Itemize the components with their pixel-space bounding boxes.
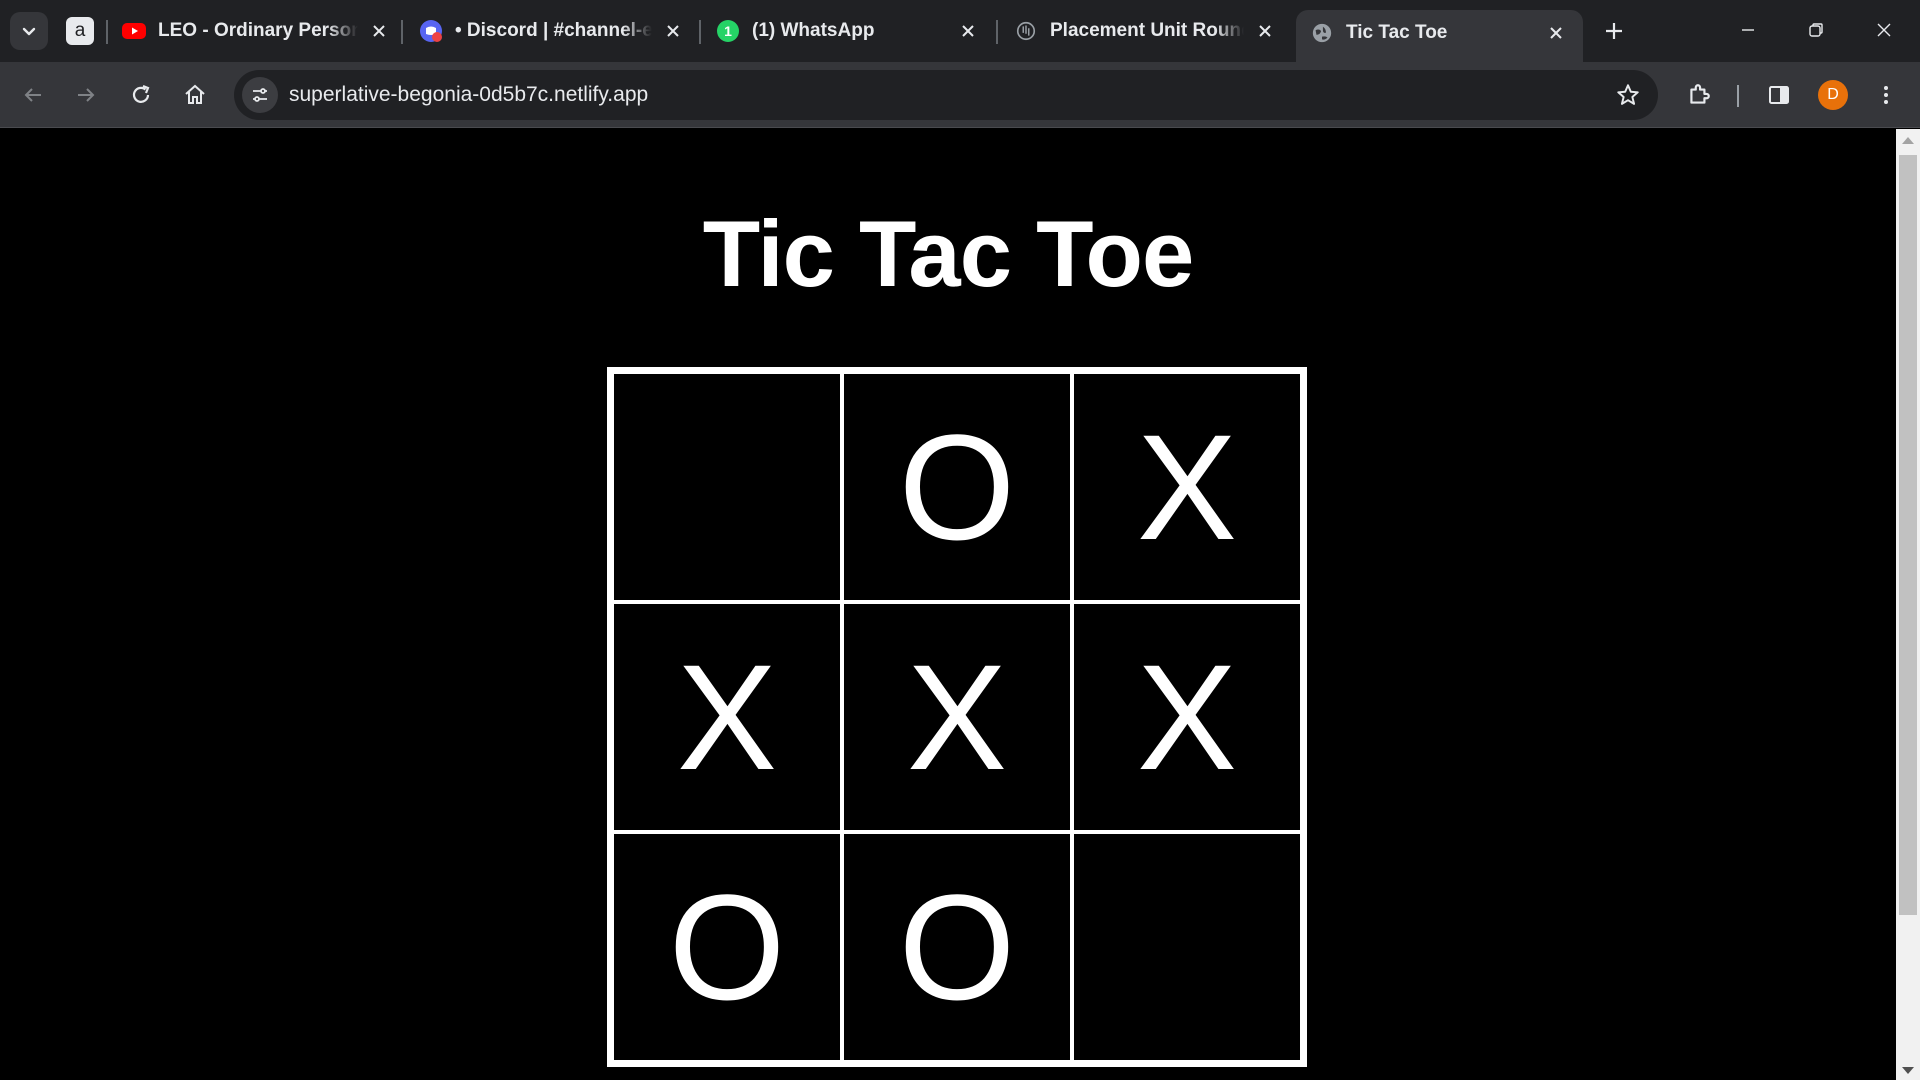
tab-youtube[interactable]: LEO - Ordinary Person |	[122, 12, 392, 50]
minimize-button[interactable]	[1720, 8, 1776, 52]
tab-pinned-amazon[interactable]: a	[66, 12, 96, 50]
tab-title: LEO - Ordinary Person |	[158, 20, 358, 41]
tab-whatsapp[interactable]: 1 (1) WhatsApp	[716, 12, 981, 50]
site-info-button[interactable]	[242, 77, 278, 113]
menu-button[interactable]	[1866, 75, 1906, 115]
openai-icon	[1014, 19, 1038, 43]
url-text[interactable]: superlative-begonia-0d5b7c.netlify.app	[289, 83, 648, 107]
kebab-menu-icon	[1884, 86, 1888, 104]
page-title: Tic Tac Toe	[702, 201, 1195, 306]
close-tab-icon[interactable]	[1252, 18, 1278, 44]
side-panel-icon	[1769, 86, 1789, 104]
tab-placement[interactable]: Placement Unit Roundu	[1014, 12, 1278, 50]
whatsapp-icon: 1	[716, 19, 740, 43]
board-cell-6[interactable]: X	[1072, 602, 1302, 832]
board-cell-9[interactable]	[1072, 832, 1302, 1062]
arrow-right-icon	[78, 88, 95, 102]
home-icon	[185, 84, 205, 104]
tab-title: Tic Tac Toe	[1346, 22, 1448, 43]
tune-icon	[253, 88, 267, 102]
plus-icon	[1606, 23, 1622, 39]
tab-discord[interactable]: • Discord | #channel-e-	[419, 12, 686, 50]
tab-separator	[699, 20, 701, 44]
address-bar[interactable]: superlative-begonia-0d5b7c.netlify.app	[234, 70, 1658, 120]
extensions-button[interactable]	[1679, 75, 1719, 115]
scroll-down-arrow[interactable]	[1902, 1067, 1914, 1074]
tab-separator	[996, 20, 998, 44]
toolbar-divider	[1737, 85, 1739, 107]
chevron-down-icon	[22, 27, 36, 36]
close-window-button[interactable]	[1856, 8, 1912, 52]
tab-title: Placement Unit Roundu	[1050, 20, 1244, 41]
arrow-left-icon	[24, 88, 41, 102]
profile-avatar[interactable]: D	[1818, 80, 1848, 110]
back-button[interactable]	[13, 75, 53, 115]
restore-icon	[1809, 23, 1823, 37]
minimize-icon	[1742, 29, 1754, 31]
close-tab-icon[interactable]	[955, 18, 981, 44]
svg-text:1: 1	[724, 23, 732, 39]
tab-separator	[106, 20, 108, 44]
globe-icon	[1310, 21, 1334, 45]
tab-tic-tac-toe[interactable]: Tic Tac Toe	[1296, 10, 1583, 62]
tab-search-button[interactable]	[10, 12, 48, 50]
star-icon	[1617, 84, 1639, 105]
page-viewport: Tic Tac Toe O X X X X O O	[0, 129, 1896, 1080]
close-tab-icon[interactable]	[1543, 20, 1569, 46]
game-board: O X X X X O O	[607, 367, 1307, 1067]
amazon-icon: a	[66, 17, 94, 45]
browser-toolbar: superlative-begonia-0d5b7c.netlify.app	[0, 62, 1920, 128]
discord-icon	[419, 19, 443, 43]
side-panel-button[interactable]	[1759, 75, 1799, 115]
board-cell-1[interactable]	[612, 372, 842, 602]
board-cell-4[interactable]: X	[612, 602, 842, 832]
puzzle-icon	[1690, 84, 1710, 104]
close-tab-icon[interactable]	[660, 18, 686, 44]
scroll-up-arrow[interactable]	[1902, 137, 1914, 144]
restore-button[interactable]	[1788, 8, 1844, 52]
new-tab-button[interactable]	[1597, 14, 1631, 48]
youtube-icon	[122, 19, 146, 43]
reload-icon	[132, 84, 150, 103]
tab-separator	[401, 20, 403, 44]
tab-strip: a LEO - Ordinary Person | • Discord | #c…	[0, 0, 1920, 62]
tab-title: • Discord | #channel-e-	[455, 20, 652, 41]
board-cell-5[interactable]: X	[842, 602, 1072, 832]
board-cell-8[interactable]: O	[842, 832, 1072, 1062]
board-cell-2[interactable]: O	[842, 372, 1072, 602]
board-cell-7[interactable]: O	[612, 832, 842, 1062]
close-tab-icon[interactable]	[366, 18, 392, 44]
reload-button[interactable]	[121, 75, 161, 115]
forward-button[interactable]	[66, 75, 106, 115]
tab-title: (1) WhatsApp	[752, 20, 875, 41]
vertical-scrollbar[interactable]	[1896, 129, 1920, 1080]
board-cell-3[interactable]: X	[1072, 372, 1302, 602]
home-button[interactable]	[175, 75, 215, 115]
bookmark-button[interactable]	[1612, 79, 1644, 111]
close-icon	[1877, 23, 1891, 37]
scrollbar-thumb[interactable]	[1899, 155, 1917, 915]
